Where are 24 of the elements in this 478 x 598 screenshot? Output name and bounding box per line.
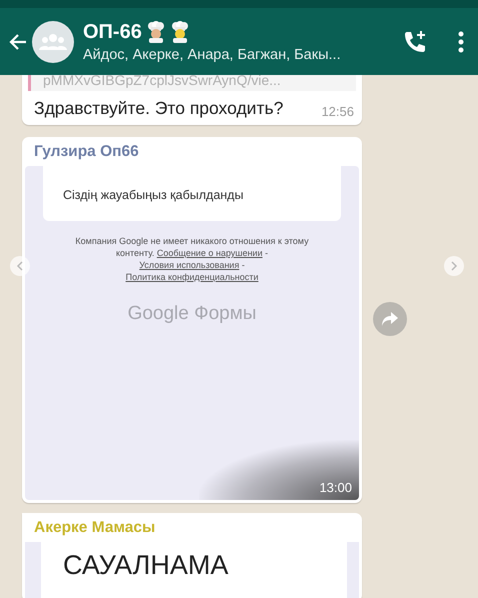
group-members: Айдос, Акерке, Анара, Багжан, Бакы... — [83, 46, 342, 62]
disclaimer-text: Компания Google не имеет никакого отношения к этому контенту. Сообщение о нарушении - Условия использования - Политика конфиденциальности — [74, 235, 310, 283]
footer-link[interactable]: Условия использования — [139, 260, 240, 270]
message-time: 13:00 — [319, 480, 352, 495]
group-title[interactable]: ОП-66 — [83, 20, 142, 44]
footer-link[interactable]: Политика конфиденциальности — [126, 272, 258, 282]
confirmation-text: Сіздің жауабыңыз қабылданды — [63, 188, 244, 202]
survey-heading: САУАЛНАМА — [63, 550, 228, 580]
chef-emoji-icon — [146, 21, 166, 43]
forward-icon — [382, 312, 398, 326]
chef-emoji-icon — [170, 21, 190, 43]
message-time: 12:56 — [321, 104, 354, 119]
form-screenshot[interactable]: Сіздің жауабыңыз қабылданды Компания Google не имеет никакого отношения к этому контенту. Сообщение о нарушении - Условия использования - Политика конфиденциальности Google Формы 13:00 — [25, 166, 359, 500]
group-avatar-icon[interactable] — [32, 20, 74, 62]
message-text: Здравствуйте. Это проходить? — [34, 98, 284, 119]
menu-icon[interactable] — [458, 30, 464, 52]
add-call-icon[interactable] — [402, 28, 428, 54]
forms-logo: Google Формы — [128, 303, 256, 325]
sender-name: Акерке Мамасы — [33, 518, 156, 538]
sender-name: Гулзира Оп66 — [33, 142, 140, 162]
link-url: pMMXvGIBGpZ7cplJsvSwrAynQ/vie... — [42, 75, 281, 90]
back-arrow-icon[interactable] — [8, 32, 28, 52]
footer-link[interactable]: Сообщение о нарушении — [156, 248, 262, 258]
survey-image[interactable]: САУАЛНАМА — [25, 542, 359, 598]
